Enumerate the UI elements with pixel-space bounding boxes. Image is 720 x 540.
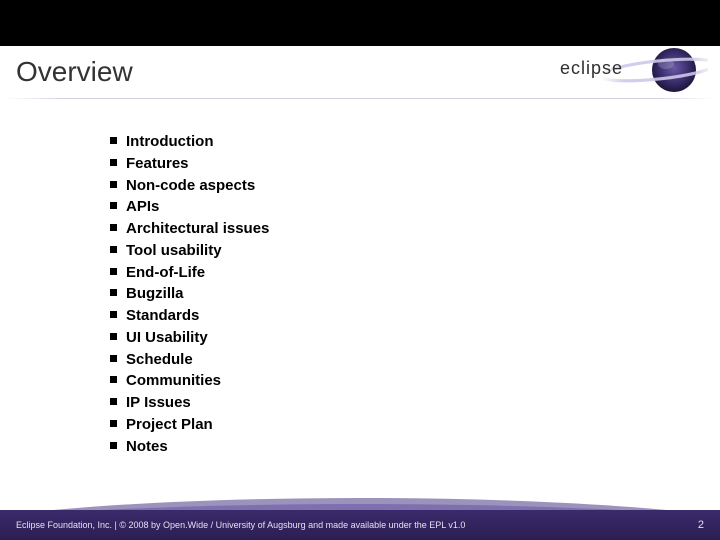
- list-item: IP Issues: [110, 392, 720, 414]
- list-item: Bugzilla: [110, 283, 720, 305]
- footer-text: Eclipse Foundation, Inc. | © 2008 by Ope…: [16, 520, 465, 530]
- content-area: Introduction Features Non-code aspects A…: [0, 99, 720, 457]
- list-item: Project Plan: [110, 414, 720, 436]
- list-item: Schedule: [110, 349, 720, 371]
- top-black-bar: [0, 0, 720, 46]
- list-item: APIs: [110, 196, 720, 218]
- eclipse-logo-text: eclipse: [560, 58, 623, 78]
- page-title: Overview: [12, 56, 133, 88]
- list-item: End-of-Life: [110, 262, 720, 284]
- header-row: Overview eclipse: [0, 46, 720, 98]
- footer-bar: Eclipse Foundation, Inc. | © 2008 by Ope…: [0, 510, 720, 540]
- list-item: Notes: [110, 436, 720, 458]
- list-item: Introduction: [110, 131, 720, 153]
- eclipse-logo-icon: eclipse: [548, 42, 708, 98]
- bullet-list: Introduction Features Non-code aspects A…: [110, 131, 720, 457]
- list-item: UI Usability: [110, 327, 720, 349]
- list-item: Architectural issues: [110, 218, 720, 240]
- page-number: 2: [698, 519, 704, 531]
- eclipse-logo: eclipse: [558, 46, 708, 98]
- list-item: Communities: [110, 370, 720, 392]
- list-item: Standards: [110, 305, 720, 327]
- list-item: Features: [110, 153, 720, 175]
- list-item: Tool usability: [110, 240, 720, 262]
- list-item: Non-code aspects: [110, 175, 720, 197]
